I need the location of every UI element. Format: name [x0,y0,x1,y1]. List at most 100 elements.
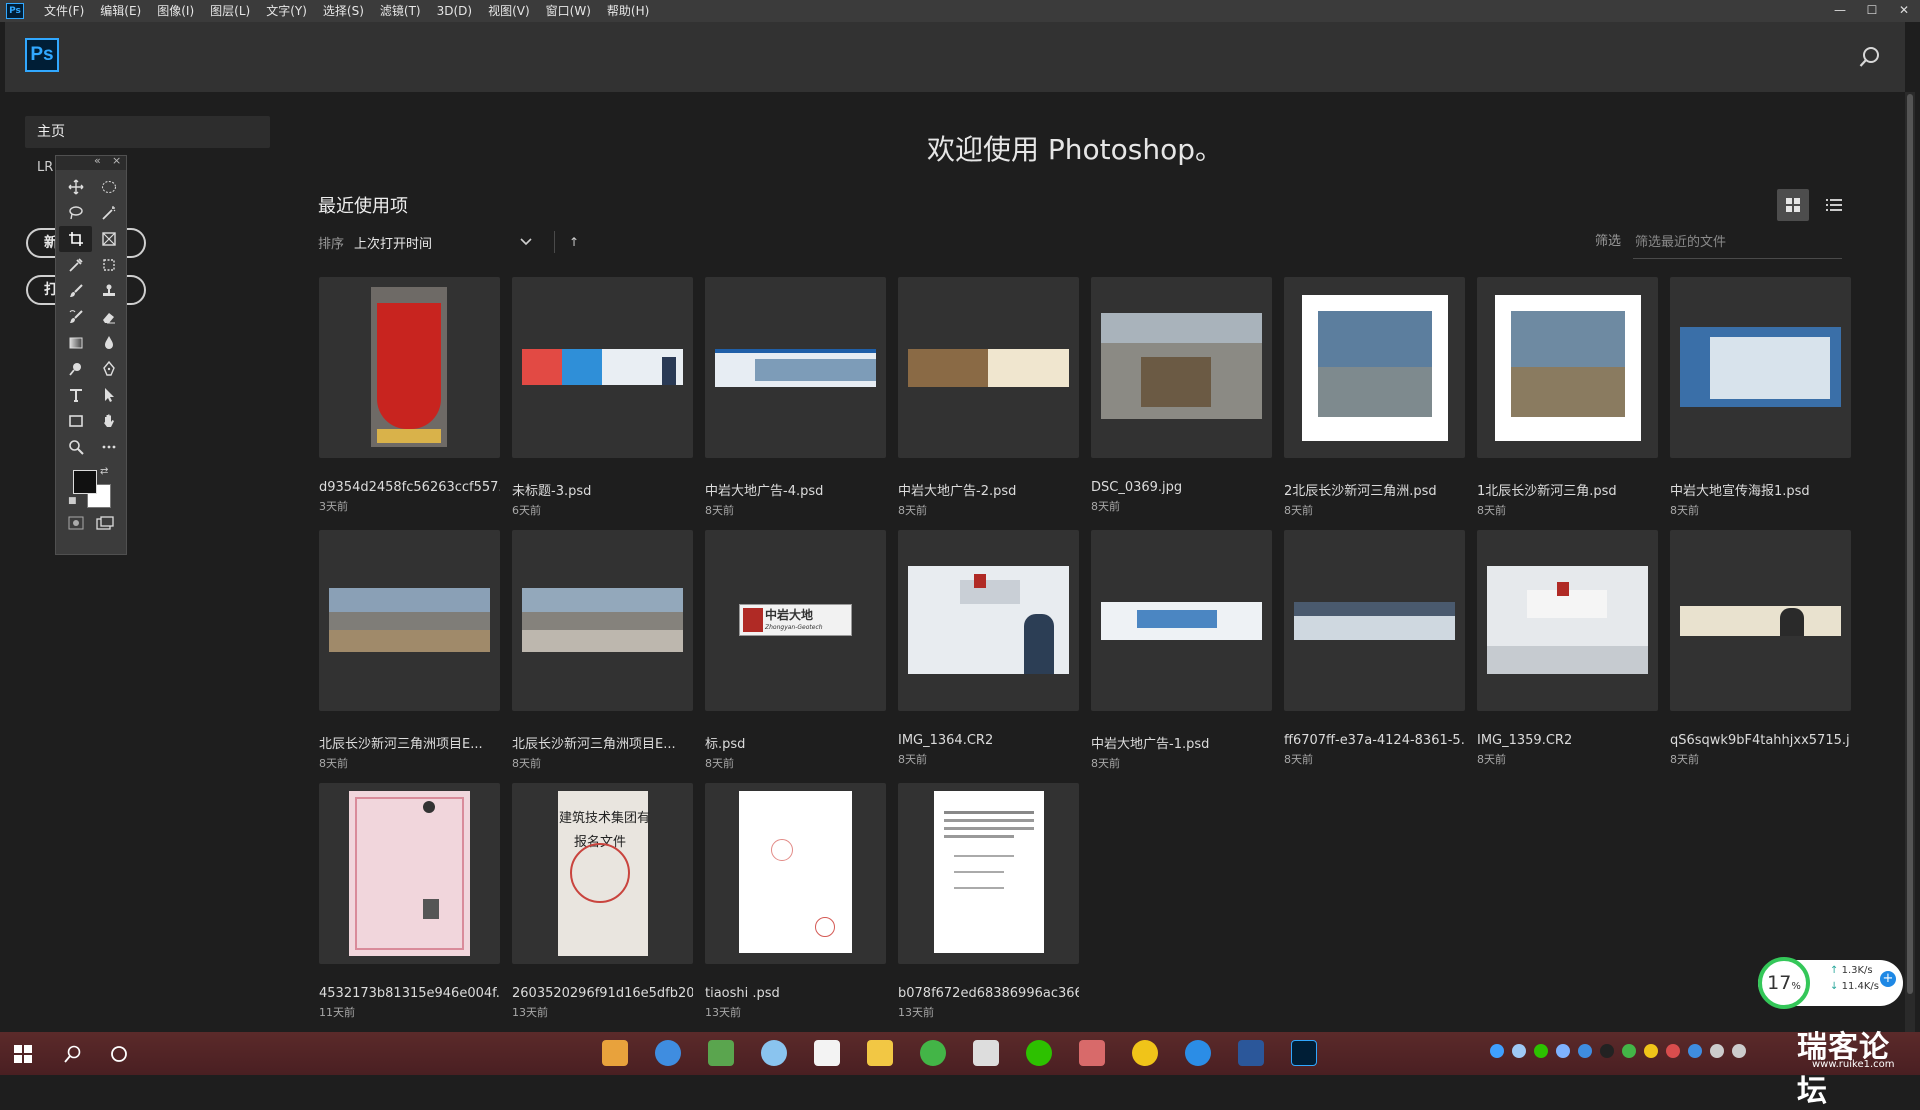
app-icon-10[interactable] [1079,1040,1105,1066]
sort-dropdown[interactable]: 上次打开时间 [354,233,544,252]
add-icon[interactable]: + [1880,971,1896,987]
file-card[interactable]: 北辰长沙新河三角洲项目E... 8天前 [319,530,500,771]
word-icon[interactable] [1238,1040,1264,1066]
screen-mode-icon[interactable] [96,516,114,530]
brush-tool-icon[interactable] [59,278,92,304]
app-icon-3[interactable] [708,1040,734,1066]
menu-window[interactable]: 窗口(W) [538,0,599,22]
menu-select[interactable]: 选择(S) [315,0,372,22]
tray-icon[interactable] [1666,1044,1680,1058]
sort-direction-icon[interactable]: ↑ [569,235,579,249]
file-card[interactable]: IMG_1364.CR2 8天前 [898,530,1079,767]
type-tool-icon[interactable] [59,382,92,408]
eyedropper-icon[interactable] [59,252,92,278]
file-card[interactable]: qS6sqwk9bF4tahhjxx5715.j... 8天前 [1670,530,1851,767]
app-icon-2[interactable] [655,1040,681,1066]
file-card[interactable]: 1北辰长沙新河三角.psd 8天前 [1477,277,1658,518]
tray-icon[interactable] [1490,1044,1504,1058]
tray-icon[interactable] [1534,1044,1548,1058]
menu-view[interactable]: 视图(V) [480,0,538,22]
bluetooth-icon[interactable] [1688,1044,1702,1058]
cortana-icon[interactable] [110,1045,128,1063]
file-card[interactable]: tiaoshi .psd 13天前 [705,783,886,1020]
pen-tool-icon[interactable] [92,356,125,382]
network-icon[interactable] [1710,1044,1724,1058]
volume-icon[interactable] [1732,1044,1746,1058]
taskbar-search-icon[interactable] [64,1045,82,1063]
menu-layer[interactable]: 图层(L) [202,0,258,22]
tray-icon[interactable] [1512,1044,1526,1058]
file-card[interactable]: 4532173b81315e946e004f... 11天前 [319,783,500,1020]
quick-mask-icon[interactable] [68,516,84,530]
app-icon-7[interactable] [920,1040,946,1066]
menu-3d[interactable]: 3D(D) [429,0,480,22]
file-card[interactable]: b078f672ed68386996ac366... 13天前 [898,783,1079,1020]
list-view-button[interactable] [1818,189,1850,221]
file-card[interactable]: IMG_1359.CR2 8天前 [1477,530,1658,767]
tray-icon[interactable] [1556,1044,1570,1058]
search-icon[interactable] [1859,46,1881,68]
file-card[interactable]: 北辰长沙新河三角洲项目E... 8天前 [512,530,693,771]
close-icon[interactable]: ✕ [1888,0,1920,22]
file-card[interactable]: 中岩大地广告-4.psd 8天前 [705,277,886,518]
minimize-icon[interactable]: — [1824,0,1856,22]
history-brush-icon[interactable] [59,304,92,330]
menu-image[interactable]: 图像(I) [149,0,202,22]
store-icon[interactable] [814,1040,840,1066]
file-date: 8天前 [1091,500,1120,513]
windows-start-icon[interactable] [14,1045,32,1063]
wechat-icon[interactable] [1026,1040,1052,1066]
filter-input[interactable] [1633,226,1842,259]
menu-file[interactable]: 文件(F) [36,0,92,22]
app-icon-12[interactable] [1185,1040,1211,1066]
app-icon-11[interactable] [1132,1040,1158,1066]
stamp-tool-icon[interactable] [92,278,125,304]
file-card[interactable]: ff6707ff-e37a-4124-8361-5... 8天前 [1284,530,1465,767]
file-card[interactable]: 2北辰长沙新河三角洲.psd 8天前 [1284,277,1465,518]
foreground-color[interactable] [73,470,97,494]
blur-tool-icon[interactable] [92,330,125,356]
file-card[interactable]: 中岩大地广告-2.psd 8天前 [898,277,1079,518]
more-tools-icon[interactable] [92,434,125,460]
cloud-icon[interactable] [761,1040,787,1066]
lasso-tool-icon[interactable] [59,200,92,226]
photoshop-taskbar-icon[interactable] [1291,1040,1317,1066]
maximize-icon[interactable]: ☐ [1856,0,1888,22]
file-card[interactable]: 中岩大地广告-1.psd 8天前 [1091,530,1272,771]
move-tool-icon[interactable] [59,174,92,200]
magic-wand-icon[interactable] [92,200,125,226]
scrollbar-thumb[interactable] [1907,94,1913,994]
menu-type[interactable]: 文字(Y) [258,0,315,22]
dodge-tool-icon[interactable] [59,356,92,382]
file-card[interactable]: 中岩大地 Zhongyan-Geotech 标.psd 8天前 [705,530,886,771]
file-card[interactable]: 未标题-3.psd 6天前 [512,277,693,518]
calculator-icon[interactable] [973,1040,999,1066]
file-card[interactable]: d9354d2458fc56263ccf557... 3天前 [319,277,500,514]
tray-icon[interactable] [1600,1044,1614,1058]
file-card[interactable]: 中岩大地宣传海报1.psd 8天前 [1670,277,1851,518]
file-date: 8天前 [705,504,734,517]
eraser-tool-icon[interactable] [92,304,125,330]
tray-icon[interactable] [1644,1044,1658,1058]
crop-tool-icon[interactable] [59,226,92,252]
hand-tool-icon[interactable] [92,408,125,434]
swap-colors-icon[interactable]: ⇄ [100,466,108,477]
tray-icon[interactable] [1578,1044,1592,1058]
file-card[interactable]: DSC_0369.jpg 8天前 [1091,277,1272,514]
default-colors-icon[interactable]: ■ [68,496,77,506]
zoom-tool-icon[interactable] [59,434,92,460]
marquee-tool-icon[interactable] [92,174,125,200]
file-card[interactable]: 建筑技术集团有 报名文件 2603520296f91d16e5dfb20... … [512,783,693,1020]
gradient-tool-icon[interactable] [59,330,92,356]
patch-tool-icon[interactable] [92,252,125,278]
menu-edit[interactable]: 编辑(E) [92,0,149,22]
frame-tool-icon[interactable] [92,226,125,252]
menu-help[interactable]: 帮助(H) [599,0,657,22]
rectangle-tool-icon[interactable] [59,408,92,434]
menu-filter[interactable]: 滤镜(T) [372,0,429,22]
grid-view-button[interactable] [1777,189,1809,221]
tray-icon[interactable] [1622,1044,1636,1058]
folder-icon[interactable] [867,1040,893,1066]
app-icon-1[interactable] [602,1040,628,1066]
path-select-icon[interactable] [92,382,125,408]
